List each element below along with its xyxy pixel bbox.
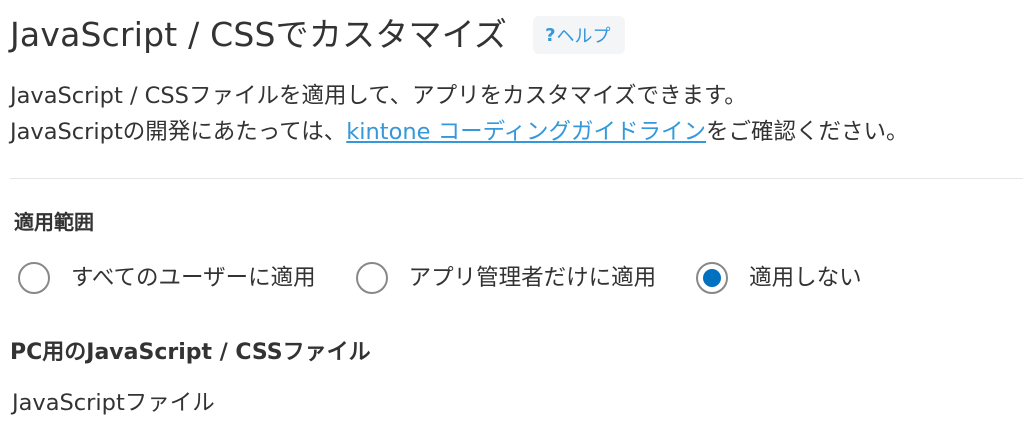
- radio-option-all-users[interactable]: すべてのユーザーに適用: [18, 262, 316, 294]
- page-title: JavaScript / CSSでカスタマイズ: [10, 15, 508, 54]
- radio-label-do-not-apply[interactable]: 適用しない: [749, 262, 862, 294]
- description: JavaScript / CSSファイルを適用して、アプリをカスタマイズできます…: [10, 78, 909, 150]
- help-label: ヘルプ: [556, 26, 611, 47]
- description-line-2: JavaScriptの開発にあたっては、kintone コーディングガイドライン…: [10, 114, 909, 150]
- radio-selected-dot: [703, 269, 722, 287]
- help-button[interactable]: ? ヘルプ: [533, 16, 625, 54]
- description-line-1: JavaScript / CSSファイルを適用して、アプリをカスタマイズできます…: [10, 83, 747, 109]
- header: JavaScript / CSSでカスタマイズ ? ヘルプ: [10, 14, 625, 56]
- pc-files-heading: PC用のJavaScript / CSSファイル: [10, 340, 371, 365]
- radio-option-admins-only[interactable]: アプリ管理者だけに適用: [355, 262, 657, 294]
- radio-button-do-not-apply[interactable]: [696, 262, 729, 294]
- radio-button-all-users[interactable]: [18, 262, 50, 294]
- radio-option-do-not-apply[interactable]: 適用しない: [696, 262, 862, 294]
- description-line-2-prefix: JavaScriptの開発にあたっては、: [10, 119, 347, 145]
- scope-radio-group: すべてのユーザーに適用 アプリ管理者だけに適用 適用しない: [18, 262, 862, 294]
- radio-button-admins-only[interactable]: [355, 262, 388, 294]
- scope-heading: 適用範囲: [14, 210, 94, 234]
- coding-guideline-link[interactable]: kintone コーディングガイドライン: [346, 119, 706, 145]
- question-mark-icon: ?: [545, 24, 556, 46]
- radio-label-admins-only[interactable]: アプリ管理者だけに適用: [409, 262, 657, 294]
- divider: [10, 178, 1023, 179]
- page: JavaScript / CSSでカスタマイズ ? ヘルプ JavaScript…: [0, 0, 1023, 421]
- javascript-files-label: JavaScriptファイル: [12, 390, 215, 416]
- description-line-2-suffix: をご確認ください。: [706, 119, 909, 145]
- radio-label-all-users[interactable]: すべてのユーザーに適用: [71, 262, 316, 294]
